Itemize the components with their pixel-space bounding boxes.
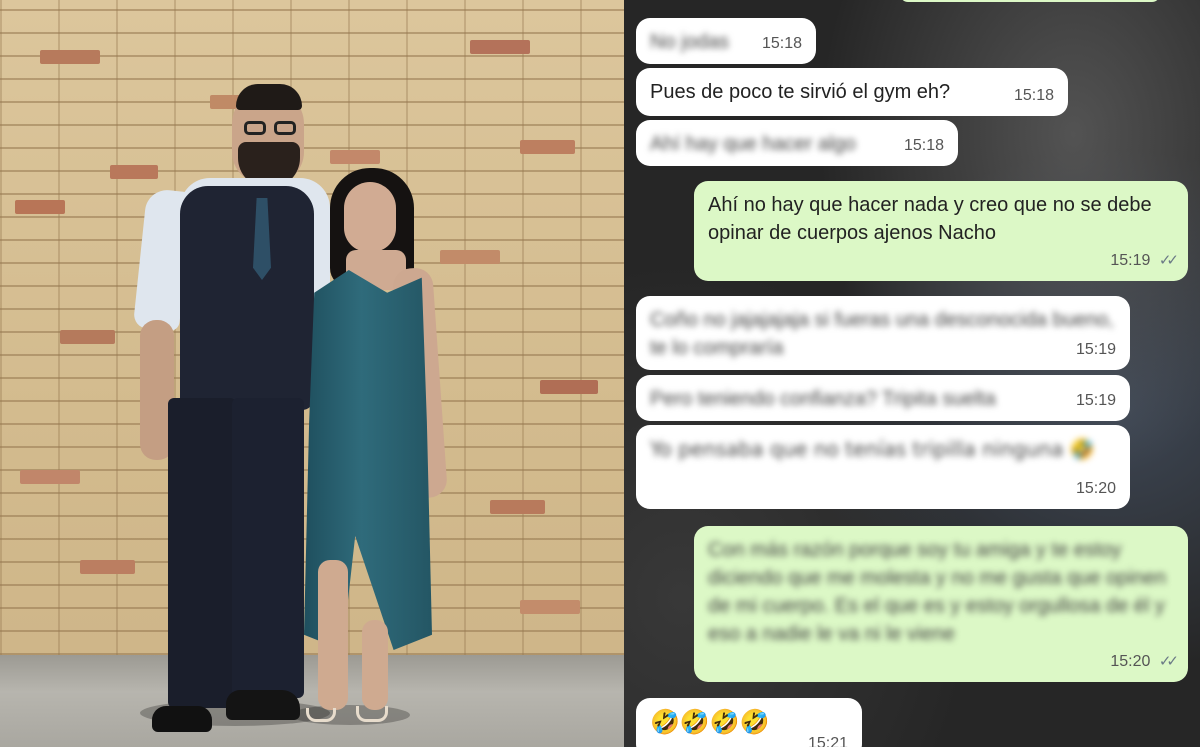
man-trouser-left xyxy=(168,398,236,708)
message-incoming[interactable]: Pero teniendo confianza? Tripita suelta … xyxy=(636,375,1130,421)
woman-face xyxy=(344,182,396,252)
double-check-icon: ✓✓ xyxy=(1158,252,1179,269)
brick xyxy=(440,250,500,264)
message-time: 15:18 xyxy=(1013,87,1054,104)
brick xyxy=(110,165,158,179)
message-text: Pues de poco te sirvió el gym eh? xyxy=(650,81,951,103)
message-incoming[interactable]: No jodas 15:18 xyxy=(636,18,816,64)
message-time: 15:19 xyxy=(1075,392,1116,409)
message-time: 15:19 xyxy=(1075,341,1116,358)
rolling-laughing-emoji: 🤣🤣🤣🤣 xyxy=(650,708,770,736)
brick xyxy=(20,470,80,484)
message-time-wrap: 15:19 ✓✓ xyxy=(1110,247,1179,275)
brick xyxy=(15,200,65,214)
message-time: 15:18 xyxy=(903,137,944,154)
message-incoming[interactable]: Coño no jajajajaja si fueras una descono… xyxy=(636,296,1130,370)
man-trouser-right xyxy=(232,398,304,698)
message-outgoing[interactable]: Con más razón porque soy tu amiga y te e… xyxy=(694,526,1188,682)
message-text: No jodas xyxy=(650,31,729,53)
message-time: 15:18 xyxy=(761,35,802,52)
message-text: Coño no jajajajaja si fueras una descono… xyxy=(650,309,1114,359)
message-time-wrap: 15:20 ✓✓ xyxy=(1110,648,1179,676)
couple-photo xyxy=(0,0,624,747)
brick xyxy=(330,150,380,164)
brick xyxy=(40,50,100,64)
woman-leg-right xyxy=(362,620,388,710)
woman-sandal-right xyxy=(356,706,388,722)
glasses-lens-left xyxy=(244,121,266,135)
message-text: Pero teniendo confianza? Tripita suelta xyxy=(650,388,996,410)
message-incoming[interactable]: Ahí hay que hacer algo 15:18 xyxy=(636,120,958,166)
message-text: Ahí no hay que hacer nada y creo que no … xyxy=(708,194,1152,244)
brick xyxy=(490,500,545,514)
brick xyxy=(540,380,598,394)
message-time: 15:21 xyxy=(807,735,848,747)
brick xyxy=(80,560,135,574)
man-vest xyxy=(180,186,314,410)
message-time: 15:19 xyxy=(1110,252,1151,269)
brick xyxy=(520,600,580,614)
message-time: 15:20 xyxy=(1075,480,1116,497)
pavement xyxy=(0,655,624,747)
double-check-icon: ✓✓ xyxy=(1158,653,1179,670)
chat-screenshot: No jodas 15:18 Pues de poco te sirvió el… xyxy=(624,0,1200,747)
brick xyxy=(60,330,115,344)
message-incoming[interactable]: 🤣🤣🤣🤣 15:21 xyxy=(636,698,862,747)
man-shoe-right xyxy=(226,690,300,720)
woman-leg-left xyxy=(318,560,348,710)
message-text: Con más razón porque soy tu amiga y te e… xyxy=(708,539,1167,645)
message-outgoing[interactable]: Ahí no hay que hacer nada y creo que no … xyxy=(694,181,1188,281)
woman-sandal-left xyxy=(306,708,336,722)
message-incoming[interactable]: Pues de poco te sirvió el gym eh? 15:18 xyxy=(636,68,1068,116)
brick xyxy=(470,40,530,54)
message-text: Ahí hay que hacer algo xyxy=(650,133,856,155)
glasses-lens-right xyxy=(274,121,296,135)
previous-message-edge xyxy=(900,0,1160,2)
message-text: Yo pensaba que no tenías tripilla ningun… xyxy=(650,437,1095,461)
message-incoming[interactable]: Yo pensaba que no tenías tripilla ningun… xyxy=(636,425,1130,509)
man-hair xyxy=(236,84,302,110)
man-shoe-left xyxy=(152,706,212,732)
message-time: 15:20 xyxy=(1110,653,1151,670)
brick xyxy=(520,140,575,154)
